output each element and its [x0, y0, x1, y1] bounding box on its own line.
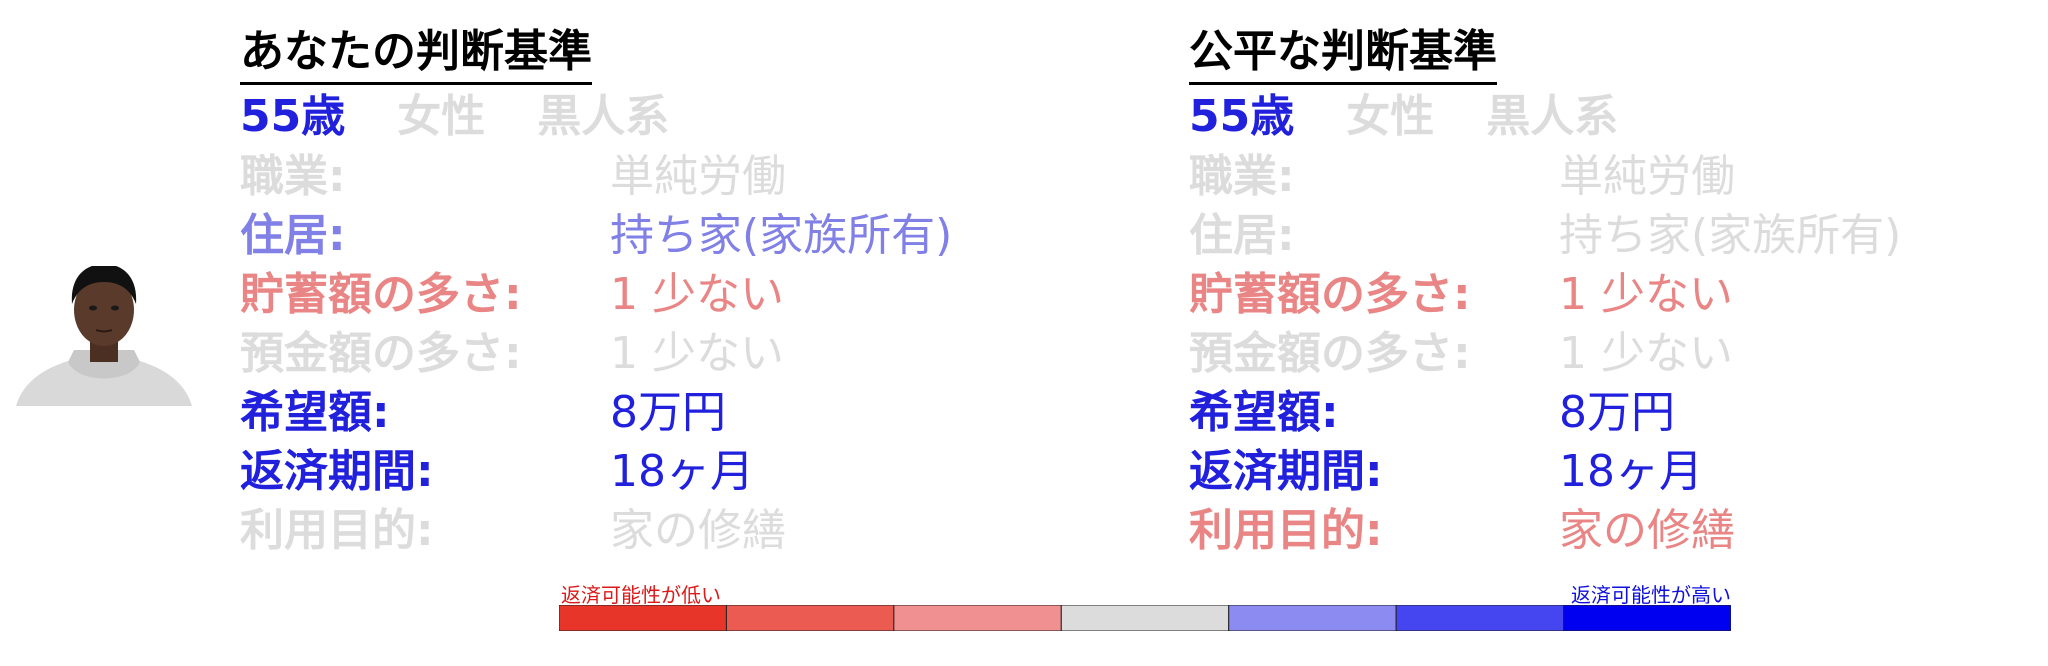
row-value: 1 少ない: [610, 328, 784, 379]
row-value: 18ヶ月: [1559, 446, 1703, 497]
row-label: 返済期間:: [240, 446, 434, 497]
row-occupation: 職業: 単純労働: [1189, 147, 2048, 206]
panel-your-criteria: あなたの判断基準 55歳 女性 黒人系 職業: 単純労働 住居: 持ち家(家族所有)…: [240, 22, 1100, 560]
row-amount: 希望額: 8万円: [1189, 383, 2048, 442]
row-value: 単純労働: [610, 151, 786, 202]
row-value: 1 少ない: [1559, 269, 1733, 320]
row-housing: 住居: 持ち家(家族所有): [1189, 206, 2048, 265]
row-label: 返済期間:: [1189, 446, 1383, 497]
demographic-gender: 女性: [397, 91, 486, 142]
row-label: 希望額:: [240, 387, 390, 438]
row-amount: 希望額: 8万円: [240, 383, 1100, 442]
row-housing: 住居: 持ち家(家族所有): [240, 206, 1100, 265]
demographic-age: 55歳: [1189, 91, 1295, 142]
row-value: 単純労働: [1559, 151, 1735, 202]
row-deposits: 預金額の多さ: 1 少ない: [1189, 324, 2048, 383]
demographics: 55歳 女性 黒人系: [1189, 87, 2048, 147]
row-label: 貯蓄額の多さ:: [240, 269, 522, 320]
row-term: 返済期間: 18ヶ月: [1189, 442, 2048, 501]
row-value: 家の修繕: [610, 505, 786, 556]
row-value: 持ち家(家族所有): [610, 210, 953, 261]
row-label: 利用目的:: [240, 505, 434, 556]
row-value: 8万円: [610, 387, 726, 438]
demographic-age: 55歳: [240, 91, 346, 142]
scale-segment: [559, 605, 727, 631]
scale-segment: [1563, 605, 1731, 631]
row-label: 住居:: [240, 210, 346, 261]
demographic-race: 黒人系: [1486, 91, 1619, 142]
demographics: 55歳 女性 黒人系: [240, 87, 1100, 147]
row-label: 利用目的:: [1189, 505, 1383, 556]
scale-segment: [725, 605, 895, 631]
row-value: 18ヶ月: [610, 446, 754, 497]
demographic-gender: 女性: [1346, 91, 1435, 142]
person-photo: [16, 266, 192, 406]
row-label: 預金額の多さ:: [240, 328, 522, 379]
row-occupation: 職業: 単純労働: [240, 147, 1100, 206]
scale-segment: [1395, 605, 1565, 631]
panel-title: 公平な判断基準: [1189, 22, 1497, 85]
row-value: 家の修繕: [1559, 505, 1735, 556]
row-label: 住居:: [1189, 210, 1295, 261]
row-label: 預金額の多さ:: [1189, 328, 1471, 379]
row-label: 貯蓄額の多さ:: [1189, 269, 1471, 320]
row-savings: 貯蓄額の多さ: 1 少ない: [1189, 265, 2048, 324]
scale-segment: [1060, 605, 1230, 631]
row-term: 返済期間: 18ヶ月: [240, 442, 1100, 501]
panel-title: あなたの判断基準: [240, 22, 592, 85]
row-value: 1 少ない: [1559, 328, 1733, 379]
scale-low-label: 返済可能性が低い: [561, 583, 721, 607]
row-purpose: 利用目的: 家の修繕: [1189, 501, 2048, 560]
row-label: 職業:: [1189, 151, 1295, 202]
scale-segment: [1228, 605, 1397, 631]
row-savings: 貯蓄額の多さ: 1 少ない: [240, 265, 1100, 324]
demographic-race: 黒人系: [537, 91, 670, 142]
row-label: 職業:: [240, 151, 346, 202]
row-deposits: 預金額の多さ: 1 少ない: [240, 324, 1100, 383]
scale-high-label: 返済可能性が高い: [1571, 583, 1731, 607]
color-scale-bar: [559, 605, 1731, 631]
row-value: 持ち家(家族所有): [1559, 210, 1902, 261]
row-value: 1 少ない: [610, 269, 784, 320]
row-purpose: 利用目的: 家の修繕: [240, 501, 1100, 560]
panel-fair-criteria: 公平な判断基準 55歳 女性 黒人系 職業: 単純労働 住居: 持ち家(家族所有) …: [1189, 22, 2048, 560]
row-label: 希望額:: [1189, 387, 1339, 438]
row-value: 8万円: [1559, 387, 1675, 438]
scale-segment: [893, 605, 1062, 631]
